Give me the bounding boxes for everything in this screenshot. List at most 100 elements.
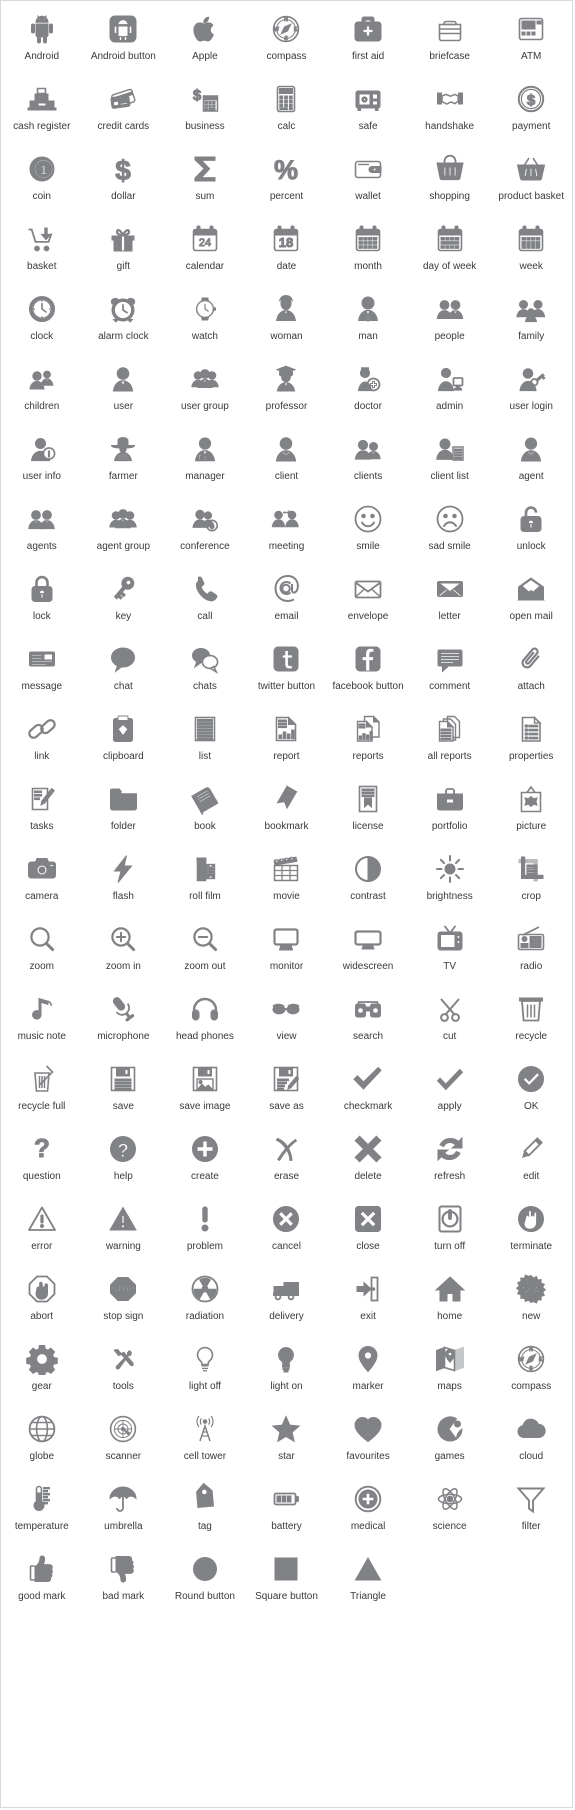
icon-cell-handshake[interactable]: handshake bbox=[409, 75, 491, 145]
icon-cell-tasks[interactable]: tasks bbox=[1, 775, 83, 845]
icon-cell-key[interactable]: key bbox=[83, 565, 165, 635]
icon-cell-people[interactable]: people bbox=[409, 285, 491, 355]
icon-cell-farmer[interactable]: farmer bbox=[83, 425, 165, 495]
icon-cell-refresh[interactable]: refresh bbox=[409, 1125, 491, 1195]
icon-cell-week[interactable]: week bbox=[490, 215, 572, 285]
icon-cell-save[interactable]: save bbox=[83, 1055, 165, 1125]
icon-cell-dollar[interactable]: $ dollar bbox=[83, 145, 165, 215]
icon-cell-microphone[interactable]: microphone bbox=[83, 985, 165, 1055]
icon-cell-list[interactable]: list bbox=[164, 705, 246, 775]
icon-cell-user-group[interactable]: user group bbox=[164, 355, 246, 425]
icon-cell-head-phones[interactable]: head phones bbox=[164, 985, 246, 1055]
icon-cell-meeting[interactable]: meeting bbox=[246, 495, 328, 565]
icon-cell-smile[interactable]: smile bbox=[327, 495, 409, 565]
icon-cell-error[interactable]: error bbox=[1, 1195, 83, 1265]
icon-cell-picture[interactable]: picture bbox=[490, 775, 572, 845]
icon-cell-marker[interactable]: marker bbox=[327, 1335, 409, 1405]
icon-cell-delete[interactable]: delete bbox=[327, 1125, 409, 1195]
icon-cell-first-aid[interactable]: first aid bbox=[327, 5, 409, 75]
icon-cell-square-button[interactable]: Square button bbox=[246, 1545, 328, 1615]
icon-cell-cell-tower[interactable]: cell tower bbox=[164, 1405, 246, 1475]
icon-cell-cloud[interactable]: cloud bbox=[490, 1405, 572, 1475]
icon-cell-brightness[interactable]: brightness bbox=[409, 845, 491, 915]
icon-cell-battery[interactable]: battery bbox=[246, 1475, 328, 1545]
icon-cell-exit[interactable]: exit bbox=[327, 1265, 409, 1335]
icon-cell-create[interactable]: create bbox=[164, 1125, 246, 1195]
icon-cell-folder[interactable]: folder bbox=[83, 775, 165, 845]
icon-cell-tag[interactable]: tag bbox=[164, 1475, 246, 1545]
icon-cell-reports[interactable]: reports bbox=[327, 705, 409, 775]
icon-cell-triangle[interactable]: Triangle bbox=[327, 1545, 409, 1615]
icon-cell-gift[interactable]: gift bbox=[83, 215, 165, 285]
icon-cell-view[interactable]: view bbox=[246, 985, 328, 1055]
icon-cell-favourites[interactable]: favourites bbox=[327, 1405, 409, 1475]
icon-cell-abort[interactable]: abort bbox=[1, 1265, 83, 1335]
icon-cell-credit-cards[interactable]: credit cards bbox=[83, 75, 165, 145]
icon-cell-problem[interactable]: problem bbox=[164, 1195, 246, 1265]
icon-cell-delivery[interactable]: delivery bbox=[246, 1265, 328, 1335]
icon-cell-unlock[interactable]: unlock bbox=[490, 495, 572, 565]
icon-cell-doctor[interactable]: doctor bbox=[327, 355, 409, 425]
icon-cell-save-as[interactable]: save as bbox=[246, 1055, 328, 1125]
icon-cell-envelope[interactable]: envelope bbox=[327, 565, 409, 635]
icon-cell-clients[interactable]: clients bbox=[327, 425, 409, 495]
icon-cell-turn-off[interactable]: turn off bbox=[409, 1195, 491, 1265]
icon-cell-android-button[interactable]: Android button bbox=[83, 5, 165, 75]
icon-cell-save-image[interactable]: save image bbox=[164, 1055, 246, 1125]
icon-cell-call[interactable]: call bbox=[164, 565, 246, 635]
icon-cell-user-login[interactable]: user login bbox=[490, 355, 572, 425]
icon-cell-date[interactable]: 18 date bbox=[246, 215, 328, 285]
icon-cell-basket[interactable]: basket bbox=[1, 215, 83, 285]
icon-cell-watch[interactable]: watch bbox=[164, 285, 246, 355]
icon-cell-admin[interactable]: admin bbox=[409, 355, 491, 425]
icon-cell-cash-register[interactable]: cash register bbox=[1, 75, 83, 145]
icon-cell-contrast[interactable]: contrast bbox=[327, 845, 409, 915]
icon-cell-terminate[interactable]: terminate bbox=[490, 1195, 572, 1265]
icon-cell-tv[interactable]: TV bbox=[409, 915, 491, 985]
icon-cell-man[interactable]: man bbox=[327, 285, 409, 355]
icon-cell-manager[interactable]: manager bbox=[164, 425, 246, 495]
icon-cell-scanner[interactable]: scanner bbox=[83, 1405, 165, 1475]
icon-cell-report[interactable]: report bbox=[246, 705, 328, 775]
icon-cell-book[interactable]: book bbox=[164, 775, 246, 845]
icon-cell-edit[interactable]: edit bbox=[490, 1125, 572, 1195]
icon-cell-bookmark[interactable]: bookmark bbox=[246, 775, 328, 845]
icon-cell-chat[interactable]: chat bbox=[83, 635, 165, 705]
icon-cell-round-button[interactable]: Round button bbox=[164, 1545, 246, 1615]
icon-cell-conference[interactable]: $ conference bbox=[164, 495, 246, 565]
icon-cell-sum[interactable]: sum bbox=[164, 145, 246, 215]
icon-cell-all-reports[interactable]: all reports bbox=[409, 705, 491, 775]
icon-cell-globe[interactable]: globe bbox=[1, 1405, 83, 1475]
icon-cell-day-of-week[interactable]: day of week bbox=[409, 215, 491, 285]
icon-cell-portfolio[interactable]: portfolio bbox=[409, 775, 491, 845]
icon-cell-home[interactable]: home bbox=[409, 1265, 491, 1335]
icon-cell-agent-group[interactable]: agent group bbox=[83, 495, 165, 565]
icon-cell-business[interactable]: $ business bbox=[164, 75, 246, 145]
icon-cell-tools[interactable]: tools bbox=[83, 1335, 165, 1405]
icon-cell-calendar[interactable]: 24 calendar bbox=[164, 215, 246, 285]
icon-cell-android[interactable]: Android bbox=[1, 5, 83, 75]
icon-cell-stop-sign[interactable]: STOP stop sign bbox=[83, 1265, 165, 1335]
icon-cell-atm[interactable]: ATM bbox=[490, 5, 572, 75]
icon-cell-attach[interactable]: attach bbox=[490, 635, 572, 705]
icon-cell-science[interactable]: science bbox=[409, 1475, 491, 1545]
icon-cell-letter[interactable]: letter bbox=[409, 565, 491, 635]
icon-cell-medical[interactable]: medical bbox=[327, 1475, 409, 1545]
icon-cell-twitter-button[interactable]: twitter button bbox=[246, 635, 328, 705]
icon-cell-roll-film[interactable]: roll film bbox=[164, 845, 246, 915]
icon-cell-family[interactable]: family bbox=[490, 285, 572, 355]
icon-cell-compass-2[interactable]: N S W E compass bbox=[490, 1335, 572, 1405]
icon-cell-apply[interactable]: apply bbox=[409, 1055, 491, 1125]
icon-cell-bad-mark[interactable]: bad mark bbox=[83, 1545, 165, 1615]
icon-cell-widescreen[interactable]: widescreen bbox=[327, 915, 409, 985]
icon-cell-music-note[interactable]: music note bbox=[1, 985, 83, 1055]
icon-cell-filter[interactable]: filter bbox=[490, 1475, 572, 1545]
icon-cell-product-basket[interactable]: product basket bbox=[490, 145, 572, 215]
icon-cell-maps[interactable]: maps bbox=[409, 1335, 491, 1405]
icon-cell-safe[interactable]: safe bbox=[327, 75, 409, 145]
icon-cell-user[interactable]: user bbox=[83, 355, 165, 425]
icon-cell-cancel[interactable]: cancel bbox=[246, 1195, 328, 1265]
icon-cell-woman[interactable]: woman bbox=[246, 285, 328, 355]
icon-cell-link[interactable]: link bbox=[1, 705, 83, 775]
icon-cell-games[interactable]: games bbox=[409, 1405, 491, 1475]
